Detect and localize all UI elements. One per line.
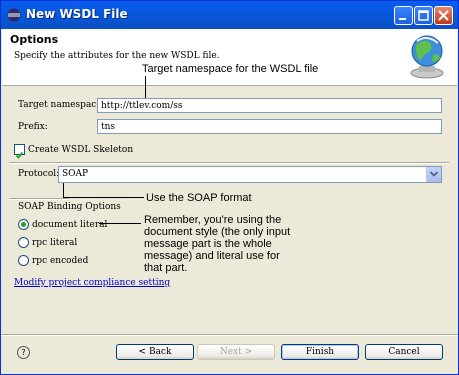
radio-document-literal[interactable]	[18, 219, 29, 230]
protocol-value: SOAP	[62, 169, 89, 179]
radio-rpc-literal[interactable]	[18, 237, 29, 248]
wsdl-globe-icon	[410, 35, 444, 79]
prefix-label: Prefix:	[18, 122, 48, 132]
wizard-header: Options Specify the attributes for the n…	[2, 29, 457, 86]
annotation-soap-line-h	[63, 197, 144, 198]
radio-rpc-encoded[interactable]	[18, 255, 29, 266]
page-description: Specify the attributes for the new WSDL …	[14, 51, 220, 61]
next-button[interactable]: Next >	[197, 344, 275, 360]
button-bar-separator	[1, 334, 458, 336]
wizard-window: New WSDL File Options Specify the attrib…	[0, 0, 459, 375]
soap-binding-label: SOAP Binding Options	[18, 202, 121, 212]
annotation-soap: Use the SOAP format	[146, 192, 252, 204]
page-title: Options	[10, 33, 59, 46]
radio-document-literal-label: document literal	[32, 220, 108, 230]
create-skeleton-label: Create WSDL Skeleton	[28, 145, 134, 155]
target-namespace-input[interactable]: http://ttlev.com/ss	[97, 98, 442, 113]
radio-rpc-literal-label: rpc literal	[32, 238, 78, 248]
help-icon[interactable]: ?	[17, 346, 30, 359]
checkmark-icon	[15, 151, 24, 159]
cancel-button[interactable]: Cancel	[365, 344, 443, 360]
minimize-icon	[399, 18, 406, 20]
chevron-down-icon	[429, 171, 439, 177]
target-namespace-label: Target namespace:	[18, 100, 105, 110]
protocol-select[interactable]: SOAP	[58, 166, 442, 183]
annotation-binding-line-3: message part is the whole	[144, 238, 272, 250]
create-skeleton-checkbox[interactable]	[14, 144, 25, 159]
annotation-binding-line-2: document style (the only input	[144, 226, 291, 238]
close-button[interactable]	[434, 6, 453, 25]
protocol-label: Protocol:	[18, 169, 60, 179]
annotation-namespace: Target namespace for the WSDL file	[142, 63, 319, 75]
separator	[9, 162, 449, 164]
annotation-binding: Remember, you're using the document styl…	[144, 214, 291, 274]
annotation-binding-line	[99, 223, 141, 224]
minimize-button[interactable]	[394, 6, 413, 25]
compliance-link[interactable]: Modify project compliance setting	[14, 278, 170, 288]
radio-rpc-encoded-label: rpc encoded	[32, 256, 89, 266]
annotation-binding-line-1: Remember, you're using the	[144, 214, 282, 226]
dropdown-button[interactable]	[426, 167, 441, 182]
window-title: New WSDL File	[26, 7, 128, 21]
prefix-input[interactable]: tns	[97, 119, 442, 134]
back-button[interactable]: < Back	[116, 344, 194, 360]
annotation-soap-line-v	[63, 183, 64, 198]
annotation-binding-line-5: that part.	[144, 262, 188, 274]
maximize-icon	[418, 10, 429, 21]
title-bar[interactable]: New WSDL File	[1, 1, 458, 29]
separator	[9, 198, 69, 200]
annotation-binding-line-4: message) and literal use for	[144, 250, 280, 262]
eclipse-icon	[7, 8, 21, 22]
close-icon	[438, 10, 449, 21]
finish-button[interactable]: Finish	[281, 344, 359, 360]
maximize-button[interactable]	[414, 6, 433, 25]
